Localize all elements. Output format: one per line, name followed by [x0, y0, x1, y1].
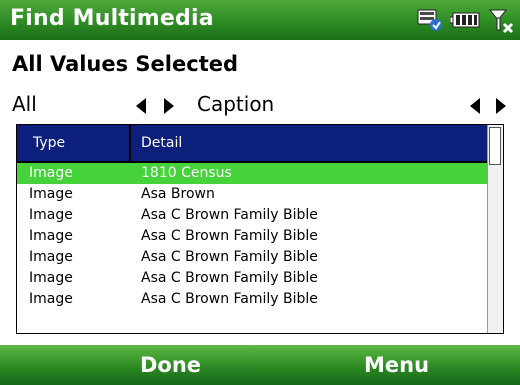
results-table: Type Detail Image 1810 Census Image Asa …	[16, 124, 504, 334]
menu-softkey[interactable]: Menu	[364, 353, 429, 377]
cell-type: Image	[29, 270, 73, 286]
signal-icon[interactable]	[488, 6, 514, 34]
table-row[interactable]: Image Asa C Brown Family Bible	[17, 226, 487, 247]
battery-icon[interactable]	[450, 10, 482, 30]
softkey-bar: Done Menu	[0, 345, 520, 385]
value-next-arrow-icon[interactable]	[496, 98, 506, 114]
table-row[interactable]: Image Asa C Brown Family Bible	[17, 289, 487, 310]
cell-detail: Asa C Brown Family Bible	[141, 249, 318, 265]
table-row[interactable]: Image Asa C Brown Family Bible	[17, 205, 487, 226]
network-icon[interactable]	[416, 8, 444, 32]
cell-detail: Asa C Brown Family Bible	[141, 270, 318, 286]
selection-status: All Values Selected	[12, 52, 239, 76]
title-bar: Find Multimedia	[0, 0, 520, 40]
cell-detail: 1810 Census	[141, 165, 232, 181]
selection-header: All Values Selected	[0, 40, 520, 88]
cell-type: Image	[29, 228, 73, 244]
table-row[interactable]: Image Asa C Brown Family Bible	[17, 268, 487, 289]
cell-detail: Asa Brown	[141, 186, 215, 202]
status-icons	[416, 5, 514, 35]
cell-detail: Asa C Brown Family Bible	[141, 207, 318, 223]
cell-type: Image	[29, 165, 73, 181]
column-divider	[129, 125, 131, 161]
filter-value[interactable]: Caption	[197, 92, 274, 116]
filter-field-value[interactable]: All	[12, 92, 37, 116]
filter-row: All Caption	[0, 88, 520, 124]
cell-detail: Asa C Brown Family Bible	[141, 228, 318, 244]
cell-type: Image	[29, 291, 73, 307]
table-row[interactable]: Image Asa Brown	[17, 184, 487, 205]
field-prev-arrow-icon[interactable]	[136, 98, 146, 114]
column-header-detail[interactable]: Detail	[141, 135, 182, 151]
scrollbar-thumb[interactable]	[489, 127, 501, 165]
value-prev-arrow-icon[interactable]	[470, 98, 480, 114]
column-header-type[interactable]: Type	[33, 135, 65, 151]
table-rows: Image 1810 Census Image Asa Brown Image …	[17, 163, 487, 310]
table-header: Type Detail	[17, 125, 487, 163]
table-row[interactable]: Image 1810 Census	[17, 163, 487, 184]
app-title: Find Multimedia	[10, 6, 214, 31]
cell-type: Image	[29, 249, 73, 265]
table-row[interactable]: Image Asa C Brown Family Bible	[17, 247, 487, 268]
done-softkey[interactable]: Done	[140, 353, 201, 377]
field-next-arrow-icon[interactable]	[164, 98, 174, 114]
cell-type: Image	[29, 207, 73, 223]
cell-detail: Asa C Brown Family Bible	[141, 291, 318, 307]
vertical-scrollbar[interactable]	[487, 125, 503, 333]
cell-type: Image	[29, 186, 73, 202]
